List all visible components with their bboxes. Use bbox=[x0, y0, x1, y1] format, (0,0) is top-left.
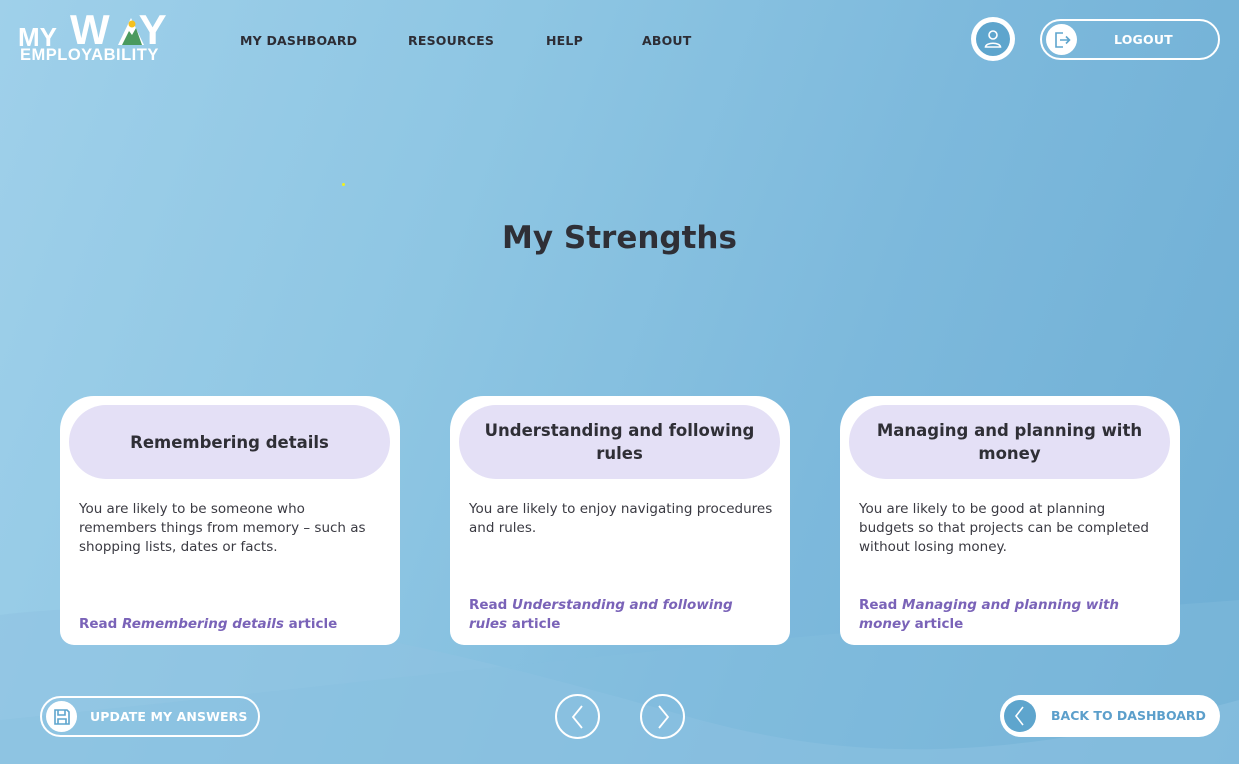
strength-card: Remembering details You are likely to be… bbox=[60, 396, 400, 645]
previous-button[interactable] bbox=[555, 694, 600, 739]
user-icon bbox=[984, 30, 1002, 48]
update-answers-button[interactable]: UPDATE MY ANSWERS bbox=[40, 696, 260, 737]
strength-card: Understanding and following rules You ar… bbox=[450, 396, 790, 645]
back-icon-wrap bbox=[1004, 700, 1036, 732]
next-button[interactable] bbox=[640, 694, 685, 739]
logout-icon-wrap bbox=[1046, 24, 1077, 55]
save-icon bbox=[53, 708, 70, 725]
nav-my-dashboard[interactable]: MY DASHBOARD bbox=[240, 33, 357, 48]
strength-card-title: Managing and planning with money bbox=[876, 421, 1143, 463]
chevron-left-icon bbox=[571, 704, 583, 729]
save-icon-wrap bbox=[46, 701, 77, 732]
strength-card: Managing and planning with money You are… bbox=[840, 396, 1180, 645]
back-to-dashboard-button[interactable]: BACK TO DASHBOARD bbox=[1000, 695, 1220, 737]
strength-card-description: You are likely to be someone who remembe… bbox=[79, 501, 366, 555]
nav-resources[interactable]: RESOURCES bbox=[408, 33, 494, 48]
update-answers-label: UPDATE MY ANSWERS bbox=[90, 709, 248, 724]
profile-button[interactable] bbox=[971, 17, 1015, 61]
read-article-link[interactable]: Read Understanding and following rules a… bbox=[469, 596, 774, 634]
read-article-link[interactable]: Read Managing and planning with money ar… bbox=[859, 596, 1164, 634]
strength-card-title: Remembering details bbox=[130, 432, 329, 452]
logout-icon bbox=[1054, 31, 1071, 48]
nav-about[interactable]: ABOUT bbox=[642, 33, 692, 48]
strength-card-header: Managing and planning with money bbox=[849, 405, 1170, 479]
page-title: My Strengths bbox=[502, 220, 737, 256]
mountain-logo-icon bbox=[118, 18, 144, 45]
strength-card-header: Understanding and following rules bbox=[459, 405, 780, 479]
chevron-right-icon bbox=[657, 704, 669, 729]
strength-card-header: Remembering details bbox=[69, 405, 390, 479]
brand-logo[interactable]: MY WY EMPLOYABILITY bbox=[18, 6, 178, 68]
nav-help[interactable]: HELP bbox=[546, 33, 583, 48]
strength-card-title: Understanding and following rules bbox=[484, 421, 755, 463]
profile-avatar bbox=[976, 22, 1010, 56]
logout-button[interactable]: LOGOUT bbox=[1040, 19, 1220, 60]
strength-card-description: You are likely to enjoy navigating proce… bbox=[469, 501, 773, 536]
read-article-link[interactable]: Read Remembering details article bbox=[79, 615, 384, 634]
background-wave bbox=[0, 600, 1239, 764]
decorative-dot bbox=[342, 183, 345, 186]
strength-card-description: You are likely to be good at planning bu… bbox=[859, 501, 1149, 555]
back-to-dashboard-label: BACK TO DASHBOARD bbox=[1051, 708, 1206, 723]
logout-label: LOGOUT bbox=[1114, 32, 1173, 47]
logo-subtitle: EMPLOYABILITY bbox=[20, 46, 159, 64]
chevron-left-icon bbox=[1014, 706, 1024, 726]
